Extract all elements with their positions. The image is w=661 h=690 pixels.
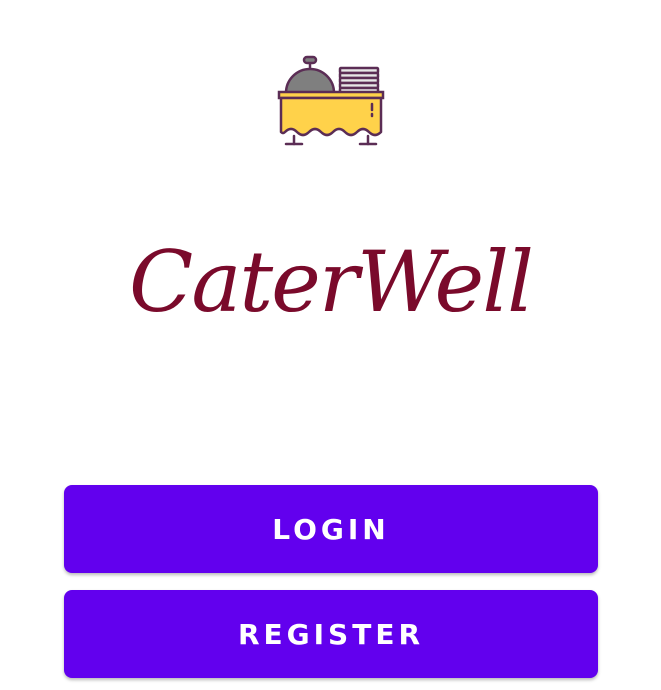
login-button[interactable]: LOGIN (64, 485, 598, 573)
register-button[interactable]: REGISTER (64, 590, 598, 678)
app-title: CaterWell (129, 233, 534, 331)
catering-buffet-icon (277, 55, 385, 146)
